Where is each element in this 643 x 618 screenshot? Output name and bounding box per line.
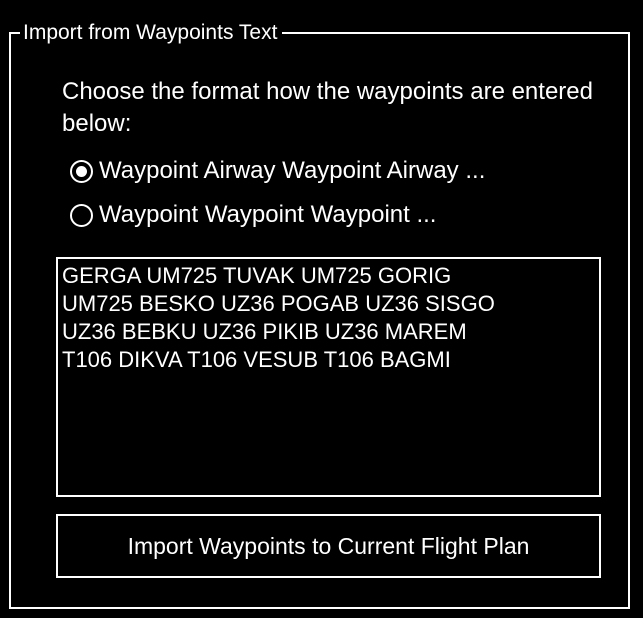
groupbox-title: Import from Waypoints Text [20, 20, 283, 46]
radio-option-waypoint-format[interactable]: Waypoint Waypoint Waypoint ... [70, 200, 436, 230]
radio-option-label: Waypoint Airway Waypoint Airway ... [99, 157, 486, 184]
format-instruction: Choose the format how the waypoints are … [62, 78, 593, 137]
import-waypoints-button-label: Import Waypoints to Current Flight Plan [127, 532, 530, 559]
radio-option-label: Waypoint Waypoint Waypoint ... [99, 201, 437, 228]
import-waypoints-button[interactable]: Import Waypoints to Current Flight Plan [56, 514, 601, 578]
radio-button-unchecked-icon[interactable] [70, 203, 93, 227]
radio-button-checked-icon[interactable] [70, 159, 93, 183]
radio-option-airway-format[interactable]: Waypoint Airway Waypoint Airway ... [70, 156, 485, 186]
waypoints-text-input[interactable]: GERGA UM725 TUVAK UM725 GORIG UM725 BESK… [56, 257, 601, 497]
